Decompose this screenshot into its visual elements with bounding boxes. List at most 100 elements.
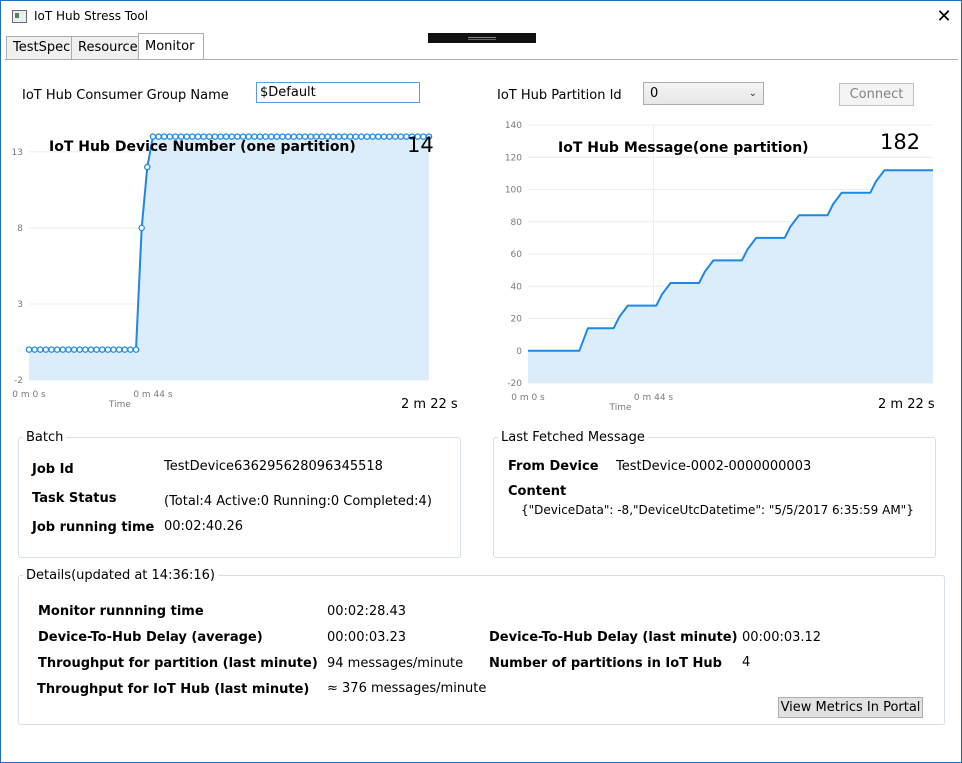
device-chart-data-point: [59, 346, 67, 353]
device-chart-data-point: [70, 346, 78, 353]
delay-average-value: 00:00:03.23: [327, 630, 407, 645]
delay-last-minute-value: 00:00:03.12: [742, 630, 822, 645]
partition-count-value: 4: [742, 655, 751, 670]
details-group-title: Details(updated at 14:36:16): [23, 568, 218, 583]
content-value: {"DeviceData": -8,"DeviceUtcDatetime": "…: [521, 503, 914, 517]
message-chart-y-tick-label: 120: [505, 153, 522, 163]
message-chart-x-axis-label: Time: [608, 403, 631, 411]
job-runtime-value: 00:02:40.26: [164, 519, 244, 534]
device-chart-data-point: [37, 346, 44, 353]
message-chart-y-tick-label: 60: [511, 250, 523, 260]
device-chart-data-point: [391, 133, 399, 140]
device-chart-data-point: [132, 346, 140, 353]
message-chart-y-tick-label: -20: [507, 379, 522, 389]
from-device-label: From Device: [508, 459, 599, 474]
device-chart-area-fill: [29, 136, 429, 380]
device-chart-x-axis-label: Time: [108, 400, 131, 410]
partition-id-select[interactable]: 0 ⌄: [643, 82, 764, 105]
device-chart-data-point: [138, 224, 145, 232]
window-title: IoT Hub Stress Tool: [34, 9, 149, 23]
device-chart-x-tick-label: 0 m 0 s: [12, 390, 46, 400]
device-chart-data-point: [358, 133, 365, 140]
device-chart-title: IoT Hub Device Number (one partition): [49, 139, 356, 155]
device-chart-data-point: [76, 346, 83, 353]
throughput-partition-label: Throughput for partition (last minute): [38, 656, 318, 671]
message-chart-x-tick-label: 0 m 0 s: [511, 393, 545, 403]
device-chart-data-point: [110, 346, 117, 353]
tab-resource[interactable]: Resource: [71, 36, 139, 59]
throughput-partition-value: 94 messages/minute: [327, 656, 464, 671]
device-chart-end-time: 2 m 22 s: [401, 397, 458, 412]
view-metrics-button[interactable]: View Metrics In Portal: [778, 697, 923, 718]
task-status-value: (Total:4 Active:0 Running:0 Completed:4): [164, 494, 432, 509]
app-icon: [12, 10, 27, 23]
connect-button[interactable]: Connect: [839, 83, 914, 106]
throughput-hub-value: ≈ 376 messages/minute: [327, 681, 487, 696]
last-message-group-title: Last Fetched Message: [498, 430, 648, 445]
message-chart-y-tick-label: 80: [511, 218, 523, 228]
device-chart-data-point: [369, 133, 376, 140]
throughput-hub-label: Throughput for IoT Hub (last minute): [37, 682, 310, 697]
message-chart-current-value: 182: [880, 130, 921, 154]
message-chart: -20 0 20 40 60 80 100 120 140 0 m 0 s 0 m 44 sTime: [505, 121, 933, 411]
job-runtime-label: Job running time: [32, 520, 155, 535]
partition-count-label: Number of partitions in IoT Hub: [489, 656, 722, 671]
chevron-down-icon: ⌄: [748, 88, 757, 99]
partition-id-value: 0: [650, 86, 659, 101]
delay-last-minute-label: Device-To-Hub Delay (last minute): [489, 630, 738, 645]
monitor-time-value: 00:02:28.43: [327, 604, 407, 619]
device-chart-data-point: [48, 346, 55, 353]
device-chart-data-point: [104, 346, 112, 353]
batch-group-title: Batch: [23, 430, 67, 445]
device-chart-data-point: [82, 346, 89, 353]
consumer-group-label: IoT Hub Consumer Group Name: [22, 88, 229, 103]
task-status-label: Task Status: [32, 491, 117, 506]
from-device-value: TestDevice-0002-0000000003: [616, 459, 812, 474]
message-chart-y-tick-label: 40: [511, 282, 523, 292]
partition-id-label: IoT Hub Partition Id: [497, 88, 622, 103]
app-window: IoT Hub Stress Tool ✕ TestSpec Resource …: [0, 0, 962, 763]
device-number-chart: -2 3 8 13 0 m 0 s 0 m 44 sTime: [12, 129, 433, 410]
device-chart-data-point: [380, 133, 388, 140]
device-chart-data-point: [115, 346, 123, 353]
message-chart-end-time: 2 m 22 s: [878, 397, 935, 412]
device-chart-data-point: [42, 346, 50, 353]
device-chart-data-point: [87, 346, 95, 353]
device-chart-data-point: [375, 133, 382, 140]
device-chart-y-tick-label: 3: [17, 300, 23, 310]
device-chart-data-point: [65, 346, 72, 353]
message-chart-y-tick-label: 100: [505, 186, 522, 196]
device-chart-data-point: [397, 133, 405, 140]
tab-monitor[interactable]: Monitor: [138, 33, 204, 60]
device-chart-y-tick-label: -2: [14, 376, 23, 386]
tab-testspec[interactable]: TestSpec: [6, 36, 72, 59]
message-chart-y-tick-label: 0: [516, 347, 522, 357]
device-chart-y-tick-label: 13: [12, 148, 23, 158]
device-chart-data-point: [363, 133, 371, 140]
message-chart-y-tick-label: 20: [511, 315, 523, 325]
monitor-time-label: Monitor runnning time: [38, 604, 204, 619]
device-chart-data-point: [53, 346, 61, 353]
job-id-label: Job Id: [32, 462, 74, 477]
title-bar[interactable]: IoT Hub Stress Tool ✕: [1, 1, 961, 33]
device-chart-data-point: [127, 346, 134, 353]
device-chart-current-value: 14: [407, 133, 434, 157]
content-label: Content: [508, 484, 567, 499]
device-chart-data-point: [93, 346, 100, 353]
job-id-value: TestDevice636295628096345518: [164, 459, 383, 474]
close-icon[interactable]: ✕: [929, 3, 959, 31]
device-chart-data-point: [98, 346, 106, 353]
device-chart-data-point: [25, 346, 33, 353]
drag-handle[interactable]: [428, 33, 536, 43]
device-chart-y-tick-label: 8: [17, 224, 23, 234]
device-chart-data-point: [121, 346, 129, 353]
device-chart-data-point: [31, 346, 38, 353]
consumer-group-input[interactable]: $Default: [256, 82, 420, 103]
message-chart-x-tick-label: 0 m 44 s: [634, 393, 674, 403]
message-chart-area-fill: [528, 170, 933, 383]
device-chart-data-point: [144, 163, 151, 171]
device-chart-data-point: [386, 133, 393, 140]
message-chart-y-tick-label: 140: [505, 121, 522, 131]
device-chart-x-tick-label: 0 m 44 s: [133, 390, 173, 400]
delay-average-label: Device-To-Hub Delay (average): [38, 630, 263, 645]
